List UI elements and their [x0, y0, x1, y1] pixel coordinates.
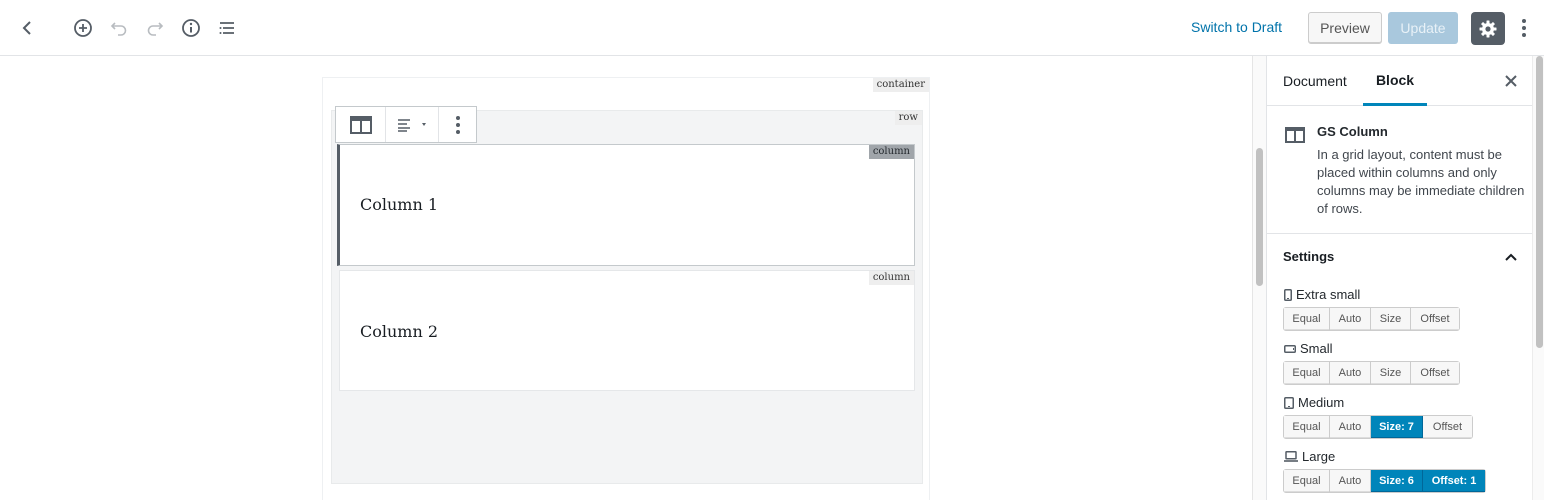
close-icon: [1505, 75, 1517, 87]
column-text[interactable]: Column 1: [360, 195, 438, 214]
scroll-thumb[interactable]: [1536, 56, 1543, 348]
size-button[interactable]: Size: 7: [1371, 416, 1423, 438]
container-tag: container: [872, 78, 929, 92]
editor-scrollbar[interactable]: [1252, 56, 1266, 500]
breakpoint-name: Small: [1300, 341, 1333, 356]
columns-icon: [349, 115, 372, 134]
breakpoint-label-extra-small: Extra small: [1284, 287, 1360, 302]
chevron-up-icon: [1505, 253, 1517, 261]
auto-button[interactable]: Auto: [1330, 416, 1371, 438]
phone-icon: [1284, 288, 1292, 301]
scroll-thumb[interactable]: [1256, 148, 1263, 286]
editor-canvas: container row column Column 1 column Col…: [0, 56, 1252, 500]
equal-button[interactable]: Equal: [1284, 416, 1330, 438]
align-dropdown-button[interactable]: [386, 107, 439, 142]
phone-landscape-icon: [1284, 344, 1296, 353]
row-block[interactable]: row column Column 1 column Column 2: [331, 110, 923, 484]
offset-button[interactable]: Offset: 1: [1423, 470, 1485, 492]
block-description: In a grid layout, content must be placed…: [1317, 147, 1525, 216]
column-block-2[interactable]: column Column 2: [339, 270, 915, 391]
columns-icon: [1285, 127, 1305, 143]
back-arrow-icon[interactable]: [12, 13, 42, 43]
sidebar-scrollbar[interactable]: [1532, 56, 1544, 500]
align-icon: [398, 118, 426, 132]
tab-document[interactable]: Document: [1283, 56, 1347, 106]
more-vertical-icon: [1522, 19, 1526, 37]
breakpoint-buttons-small: Equal Auto Size Offset: [1283, 361, 1460, 385]
auto-button[interactable]: Auto: [1330, 362, 1371, 384]
offset-button[interactable]: Offset: [1411, 362, 1459, 384]
breakpoint-label-large: Large: [1284, 449, 1335, 464]
block-toolbar: [335, 106, 477, 143]
offset-button[interactable]: Offset: [1423, 416, 1472, 438]
info-icon[interactable]: [176, 13, 206, 43]
breakpoint-label-small: Small: [1284, 341, 1333, 356]
auto-button[interactable]: Auto: [1330, 308, 1371, 330]
breakpoint-buttons-extra-small: Equal Auto Size Offset: [1283, 307, 1460, 331]
undo-icon[interactable]: [104, 13, 134, 43]
settings-toggle-button[interactable]: [1471, 12, 1505, 45]
tablet-icon: [1284, 396, 1294, 409]
more-options-button[interactable]: [1512, 13, 1536, 43]
more-vertical-icon: [455, 115, 460, 134]
size-button[interactable]: Size: [1371, 362, 1411, 384]
breakpoint-name: Medium: [1298, 395, 1345, 410]
close-sidebar-button[interactable]: [1501, 71, 1521, 91]
breakpoint-buttons-large: Equal Auto Size: 6 Offset: 1: [1283, 469, 1486, 493]
laptop-icon: [1284, 451, 1298, 462]
equal-button[interactable]: Equal: [1284, 470, 1330, 492]
block-more-button[interactable]: [439, 107, 476, 142]
equal-button[interactable]: Equal: [1284, 308, 1330, 330]
add-block-icon[interactable]: [68, 13, 98, 43]
column-block-1[interactable]: column Column 1: [337, 144, 915, 266]
size-button[interactable]: Size: [1371, 308, 1411, 330]
block-navigation-icon[interactable]: [212, 13, 242, 43]
switch-to-draft-button[interactable]: Switch to Draft: [1191, 19, 1282, 35]
redo-icon[interactable]: [140, 13, 170, 43]
column-tag: column: [868, 145, 914, 159]
size-button[interactable]: Size: 6: [1371, 470, 1423, 492]
collapse-settings-button[interactable]: [1501, 247, 1521, 267]
update-button[interactable]: Update: [1388, 12, 1458, 44]
block-type-button[interactable]: [336, 107, 386, 142]
tab-block[interactable]: Block: [1363, 56, 1427, 106]
breakpoint-name: Extra small: [1296, 287, 1361, 302]
block-title: GS Column: [1317, 124, 1388, 139]
settings-panel-title[interactable]: Settings: [1283, 249, 1334, 264]
gear-icon: [1479, 20, 1497, 37]
block-card: GS Column In a grid layout, content must…: [1267, 107, 1533, 234]
column-tag: column: [868, 271, 914, 285]
editor-header: Switch to Draft Preview Update: [0, 0, 1544, 56]
breakpoint-name: Large: [1302, 449, 1336, 464]
row-tag: row: [894, 111, 922, 125]
settings-sidebar: Document Block GS Column In a grid layou…: [1266, 56, 1544, 500]
offset-button[interactable]: Offset: [1411, 308, 1459, 330]
sidebar-tabs: Document Block: [1267, 56, 1533, 106]
breakpoint-label-medium: Medium: [1284, 395, 1344, 410]
preview-button[interactable]: Preview: [1308, 12, 1382, 44]
column-text[interactable]: Column 2: [360, 322, 438, 341]
auto-button[interactable]: Auto: [1330, 470, 1371, 492]
equal-button[interactable]: Equal: [1284, 362, 1330, 384]
breakpoint-buttons-medium: Equal Auto Size: 7 Offset: [1283, 415, 1473, 439]
